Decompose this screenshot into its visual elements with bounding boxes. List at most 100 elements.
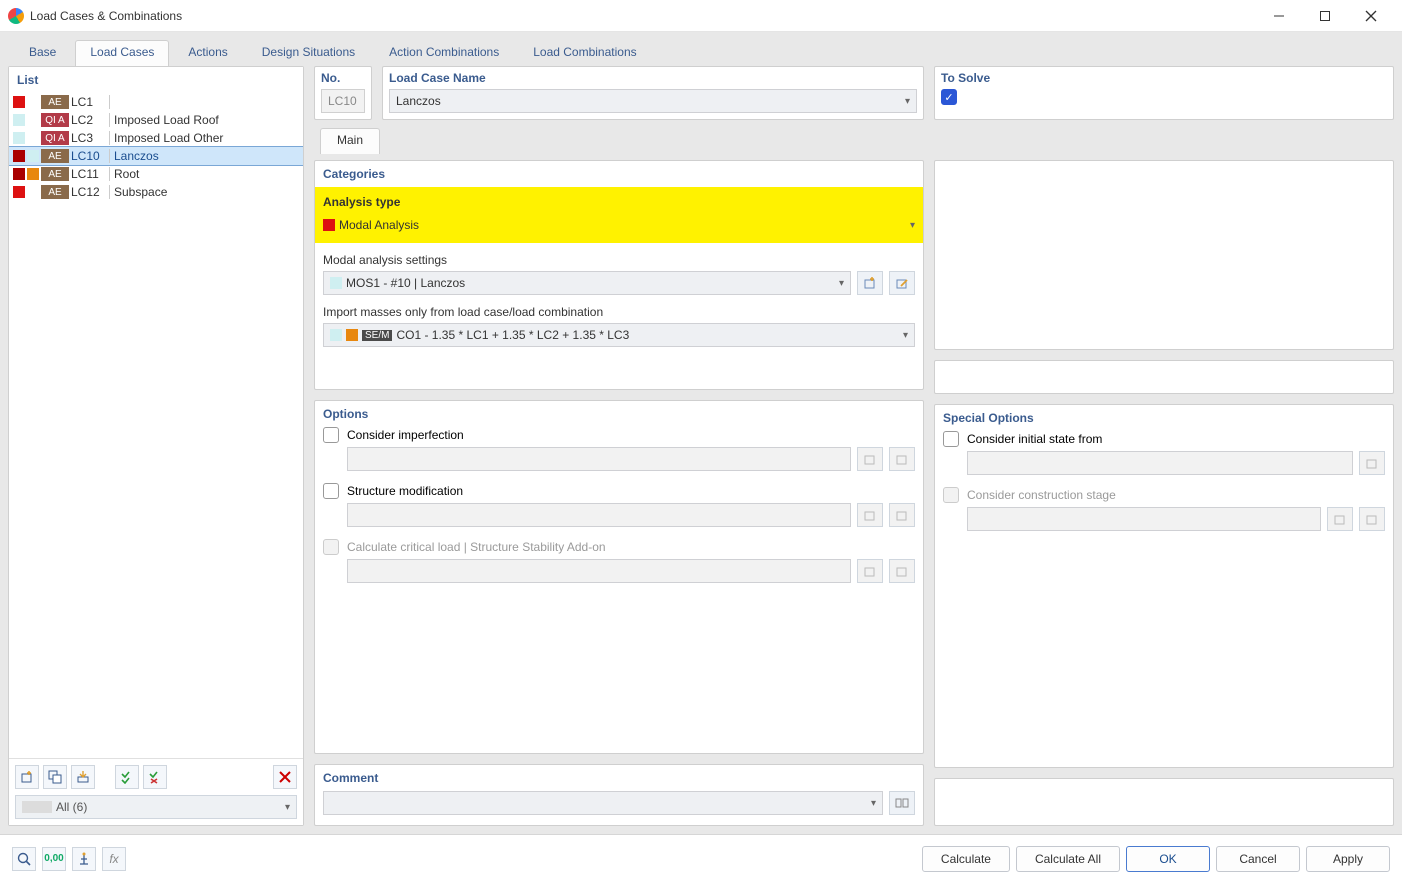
modal-settings-edit-button[interactable]: [889, 271, 915, 295]
solve-checkbox[interactable]: ✓: [941, 89, 957, 105]
tab-load-cases[interactable]: Load Cases: [75, 40, 169, 66]
no-value: LC10: [321, 89, 365, 113]
minimize-button[interactable]: [1256, 0, 1302, 32]
categories-group: Categories Analysis type Modal Analysis …: [314, 160, 924, 390]
new-item-button[interactable]: [15, 765, 39, 789]
list-item[interactable]: QI ALC2Imposed Load Roof: [9, 111, 303, 129]
initial-state-checkbox[interactable]: ✓: [943, 431, 959, 447]
color-swatch-2: [27, 150, 39, 162]
chevron-down-icon: ▾: [903, 330, 908, 341]
delete-button[interactable]: [273, 765, 297, 789]
load-case-desc: Imposed Load Other: [114, 131, 299, 145]
load-case-id: LC1: [71, 95, 105, 109]
analysis-type-value: Modal Analysis: [339, 218, 910, 232]
separator: [109, 185, 110, 199]
help-button[interactable]: [12, 847, 36, 871]
close-button[interactable]: [1348, 0, 1394, 32]
tab-load-combinations[interactable]: Load Combinations: [518, 40, 651, 66]
maximize-button[interactable]: [1302, 0, 1348, 32]
initial-state-edit-button: [1359, 451, 1385, 475]
modal-settings-combo[interactable]: MOS1 - #10 | Lanczos ▾: [323, 271, 851, 295]
import-button[interactable]: [71, 765, 95, 789]
initial-state-label: Consider initial state from: [967, 432, 1102, 446]
ok-button[interactable]: OK: [1126, 846, 1210, 872]
list-filter-select[interactable]: All (6) ▾: [15, 795, 297, 819]
copy-item-button[interactable]: [43, 765, 67, 789]
construction-stage-edit-button: [1359, 507, 1385, 531]
list-item[interactable]: AELC11Root: [9, 165, 303, 183]
modal-settings-new-button[interactable]: [857, 271, 883, 295]
tree-button[interactable]: [72, 847, 96, 871]
cancel-button[interactable]: Cancel: [1216, 846, 1300, 872]
calculate-button[interactable]: Calculate: [922, 846, 1010, 872]
function-button[interactable]: fx: [102, 847, 126, 871]
list-item[interactable]: AELC12Subspace: [9, 183, 303, 201]
load-case-id: LC11: [71, 167, 105, 181]
separator: [109, 167, 110, 181]
separator: [109, 113, 110, 127]
filter-swatch: [22, 801, 52, 813]
list-panel: List AELC1QI ALC2Imposed Load RoofQI ALC…: [8, 66, 304, 826]
calculate-all-button[interactable]: Calculate All: [1016, 846, 1120, 872]
sub-tabbar: Main: [314, 128, 1394, 154]
critical-load-checkbox: ✓: [323, 539, 339, 555]
special-options-group: Special Options ✓ Consider initial state…: [934, 404, 1394, 768]
critical-load-label: Calculate critical load | Structure Stab…: [347, 540, 606, 554]
chevron-down-icon: ▾: [839, 278, 844, 289]
name-combo[interactable]: Lanczos ▾: [389, 89, 917, 113]
comment-group: Comment ▾: [314, 764, 924, 826]
comment-library-button[interactable]: [889, 791, 915, 815]
options-group: Options ✓ Consider imperfection ✓: [314, 400, 924, 754]
analysis-type-label: Analysis type: [323, 195, 915, 209]
window-title: Load Cases & Combinations: [30, 9, 1256, 23]
category-badge: AE: [41, 95, 69, 109]
structure-mod-new-button: [857, 503, 883, 527]
uncheck-all-button[interactable]: [143, 765, 167, 789]
construction-stage-new-button: [1327, 507, 1353, 531]
name-field: Load Case Name Lanczos ▾: [382, 66, 924, 120]
structure-mod-label: Structure modification: [347, 484, 463, 498]
initial-state-combo: [967, 451, 1353, 475]
color-swatch-2: [27, 132, 39, 144]
apply-button[interactable]: Apply: [1306, 846, 1390, 872]
separator: [109, 149, 110, 163]
category-badge: QI A: [41, 113, 69, 127]
import-masses-value: CO1 - 1.35 * LC1 + 1.35 * LC2 + 1.35 * L…: [396, 328, 903, 342]
list-body[interactable]: AELC1QI ALC2Imposed Load RoofQI ALC3Impo…: [9, 93, 303, 758]
structure-mod-checkbox[interactable]: ✓: [323, 483, 339, 499]
import-masses-label: Import masses only from load case/load c…: [323, 305, 915, 319]
structure-mod-edit-button: [889, 503, 915, 527]
list-item[interactable]: QI ALC3Imposed Load Other: [9, 129, 303, 147]
tab-base[interactable]: Base: [14, 40, 71, 66]
bottom-bar: 0,00 fx Calculate Calculate All OK Cance…: [0, 834, 1402, 882]
imperfection-new-button: [857, 447, 883, 471]
analysis-type-combo[interactable]: Modal Analysis ▾: [323, 213, 915, 237]
category-badge: AE: [41, 167, 69, 181]
units-button[interactable]: 0,00: [42, 847, 66, 871]
tab-main[interactable]: Main: [320, 128, 380, 154]
color-swatch-2: [27, 114, 39, 126]
import-masses-combo[interactable]: SE/M CO1 - 1.35 * LC1 + 1.35 * LC2 + 1.3…: [323, 323, 915, 347]
color-swatch-2: [27, 186, 39, 198]
list-item[interactable]: AELC10Lanczos: [9, 147, 303, 165]
separator: [109, 95, 110, 109]
tab-action-combinations[interactable]: Action Combinations: [374, 40, 514, 66]
comment-combo[interactable]: ▾: [323, 791, 883, 815]
info-panel-2: [934, 360, 1394, 394]
modal-settings-value: MOS1 - #10 | Lanczos: [346, 276, 839, 290]
analysis-type-swatch: [323, 219, 335, 231]
structure-mod-combo: [347, 503, 851, 527]
main-tabbar: BaseLoad CasesActionsDesign SituationsAc…: [8, 40, 1394, 66]
titlebar: Load Cases & Combinations: [0, 0, 1402, 32]
list-item[interactable]: AELC1: [9, 93, 303, 111]
name-value: Lanczos: [396, 94, 905, 108]
category-badge: QI A: [41, 131, 69, 145]
tab-actions[interactable]: Actions: [173, 40, 242, 66]
tab-design-situations[interactable]: Design Situations: [247, 40, 370, 66]
info-panel-1: [934, 160, 1394, 350]
check-all-button[interactable]: [115, 765, 139, 789]
special-options-title: Special Options: [943, 411, 1385, 425]
critical-load-combo: [347, 559, 851, 583]
imperfection-checkbox[interactable]: ✓: [323, 427, 339, 443]
comment-title: Comment: [323, 771, 915, 785]
